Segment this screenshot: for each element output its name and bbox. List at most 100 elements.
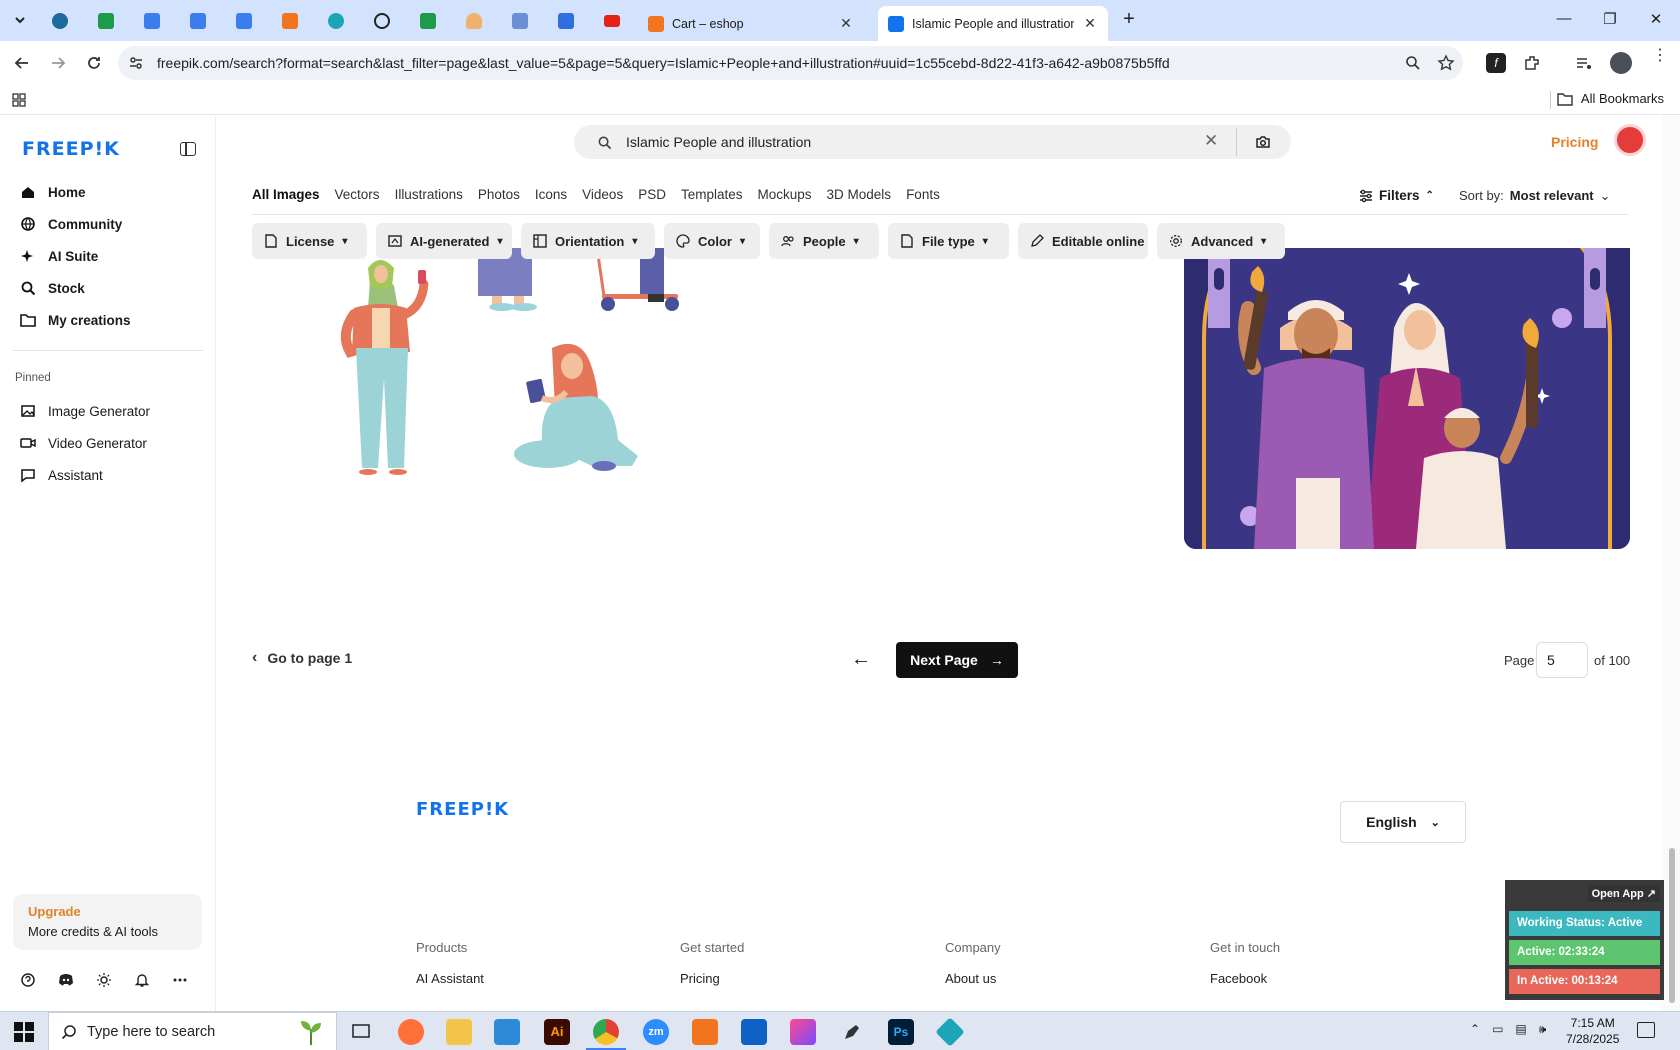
pinned-tab-docs-2[interactable] bbox=[180, 6, 216, 35]
battery-icon[interactable]: ▭ bbox=[1492, 1022, 1503, 1037]
sidebar-item-my-creations[interactable]: My creations bbox=[20, 308, 131, 332]
tab-photos[interactable]: Photos bbox=[478, 187, 520, 202]
footer-link[interactable]: Pricing bbox=[680, 971, 744, 986]
filters-toggle[interactable]: Filters ⌃ bbox=[1359, 188, 1434, 203]
scrollbar-thumb[interactable] bbox=[1669, 848, 1675, 1003]
footer-link[interactable]: AI Assistant bbox=[416, 971, 484, 986]
theme-sun-icon[interactable] bbox=[96, 972, 112, 988]
sidebar-item-home[interactable]: Home bbox=[20, 180, 86, 204]
freepik-logo[interactable]: FREEP!K bbox=[22, 138, 120, 160]
tab-vectors[interactable]: Vectors bbox=[335, 187, 380, 202]
reload-icon[interactable] bbox=[84, 53, 104, 73]
volume-icon[interactable]: 🕪 bbox=[1539, 1022, 1547, 1037]
font-extension-icon[interactable]: f bbox=[1486, 53, 1506, 73]
pinned-tab-forms[interactable] bbox=[548, 6, 584, 35]
firefox-icon[interactable] bbox=[398, 1019, 424, 1045]
tab-cart-eshop[interactable]: Cart – eshop ✕ bbox=[638, 6, 864, 41]
close-window-icon[interactable]: ✕ bbox=[1646, 10, 1666, 30]
next-page-button[interactable]: Next Page → bbox=[896, 642, 1018, 678]
user-avatar[interactable] bbox=[1614, 124, 1646, 156]
notification-center-icon[interactable] bbox=[1637, 1022, 1655, 1038]
illustrator-icon[interactable]: Ai bbox=[544, 1019, 570, 1045]
browser-menu-icon[interactable]: ⋮ bbox=[1652, 48, 1668, 64]
filter-chip-advanced[interactable]: Advanced ▾ bbox=[1157, 223, 1285, 259]
pinned-tab-sheets[interactable] bbox=[88, 6, 124, 35]
clear-search-icon[interactable]: ✕ bbox=[1204, 131, 1218, 151]
go-to-first-page-link[interactable]: ‹ Go to page 1 bbox=[252, 649, 352, 667]
filter-chip-editable-online[interactable]: Editable online bbox=[1018, 223, 1148, 259]
media-controls-icon[interactable] bbox=[1574, 53, 1594, 73]
pinned-tab-docs-3[interactable] bbox=[226, 6, 262, 35]
tab-search-icon[interactable] bbox=[8, 8, 32, 32]
chrome-icon[interactable] bbox=[593, 1019, 619, 1045]
bookmark-star-icon[interactable] bbox=[1436, 53, 1456, 73]
minimize-icon[interactable]: — bbox=[1554, 10, 1574, 30]
filter-chip-orientation[interactable]: Orientation ▾ bbox=[521, 223, 655, 259]
collapse-sidebar-icon[interactable] bbox=[180, 142, 196, 156]
page-number-input[interactable]: 5 bbox=[1536, 642, 1588, 678]
pinned-tab-docs-1[interactable] bbox=[134, 6, 170, 35]
open-app-button[interactable]: Open App ↗ bbox=[1587, 885, 1660, 902]
previous-page-button[interactable]: ← bbox=[844, 642, 878, 676]
outlook-icon[interactable] bbox=[741, 1019, 767, 1045]
footer-logo[interactable]: FREEP!K bbox=[416, 799, 509, 820]
extensions-icon[interactable] bbox=[1522, 53, 1542, 73]
sidebar-item-image-generator[interactable]: Image Generator bbox=[20, 399, 150, 423]
tab-active-freepik[interactable]: Islamic People and illustration ✕ bbox=[878, 6, 1108, 41]
tab-all-images[interactable]: All Images bbox=[252, 187, 320, 202]
task-view-icon[interactable] bbox=[348, 1019, 374, 1045]
app-icon[interactable] bbox=[935, 1017, 965, 1047]
tab-videos[interactable]: Videos bbox=[582, 187, 623, 202]
tab-3d-models[interactable]: 3D Models bbox=[827, 187, 892, 202]
new-tab-button[interactable]: + bbox=[1118, 9, 1140, 31]
filter-chip-ai-generated[interactable]: AI-generated ▾ bbox=[376, 223, 512, 259]
photoshop-icon[interactable]: Ps bbox=[888, 1019, 914, 1045]
all-bookmarks-button[interactable]: All Bookmarks bbox=[1557, 91, 1664, 106]
language-selector[interactable]: English ⌄ bbox=[1340, 801, 1466, 843]
help-icon[interactable] bbox=[20, 972, 36, 988]
vscode-icon[interactable] bbox=[494, 1019, 520, 1045]
file-explorer-icon[interactable] bbox=[446, 1019, 472, 1045]
zoom-icon[interactable] bbox=[1404, 54, 1422, 72]
zoom-app-icon[interactable]: zm bbox=[643, 1019, 669, 1045]
profile-avatar-icon[interactable] bbox=[1610, 52, 1632, 74]
creative-cloud-icon[interactable] bbox=[790, 1019, 816, 1045]
camera-search-icon[interactable] bbox=[1254, 133, 1272, 151]
tab-psd[interactable]: PSD bbox=[638, 187, 666, 202]
pinned-tab-xampp[interactable] bbox=[272, 6, 308, 35]
tab-fonts[interactable]: Fonts bbox=[906, 187, 940, 202]
xampp-icon[interactable] bbox=[692, 1019, 718, 1045]
tab-icons[interactable]: Icons bbox=[535, 187, 567, 202]
pinned-tab-youtube[interactable] bbox=[594, 6, 630, 35]
upgrade-card[interactable]: Upgrade More credits & AI tools bbox=[13, 894, 202, 950]
sidebar-item-stock[interactable]: Stock bbox=[20, 276, 85, 300]
taskbar-clock[interactable]: 7:15 AM 7/28/2025 bbox=[1566, 1015, 1619, 1047]
sidebar-item-community[interactable]: Community bbox=[20, 212, 122, 236]
back-icon[interactable] bbox=[12, 53, 32, 73]
restore-icon[interactable]: ❐ bbox=[1600, 10, 1620, 30]
pricing-link[interactable]: Pricing bbox=[1551, 134, 1598, 150]
close-tab-icon[interactable]: ✕ bbox=[838, 15, 854, 32]
sort-dropdown[interactable]: Sort by: Most relevant ⌄ bbox=[1459, 188, 1611, 204]
tab-mockups[interactable]: Mockups bbox=[758, 187, 812, 202]
pinned-tab-chatgpt[interactable] bbox=[364, 6, 400, 35]
illustration-ramadan-family[interactable] bbox=[1184, 248, 1630, 549]
pinned-tab-grid[interactable] bbox=[502, 6, 538, 35]
apps-grid-icon[interactable] bbox=[12, 93, 26, 107]
site-settings-icon[interactable] bbox=[128, 55, 144, 71]
sidebar-item-assistant[interactable]: Assistant bbox=[20, 463, 103, 487]
close-tab-icon[interactable]: ✕ bbox=[1082, 15, 1098, 32]
footer-link[interactable]: About us bbox=[945, 971, 1001, 986]
windows-start-icon[interactable] bbox=[14, 1022, 34, 1042]
tab-templates[interactable]: Templates bbox=[681, 187, 743, 202]
pinned-tab-wordpress[interactable] bbox=[42, 6, 78, 35]
forward-icon[interactable] bbox=[48, 53, 68, 73]
pen-tool-icon[interactable] bbox=[839, 1019, 865, 1045]
footer-link[interactable]: Facebook bbox=[1210, 971, 1280, 986]
network-icon[interactable]: ▤ bbox=[1515, 1022, 1526, 1037]
discord-icon[interactable] bbox=[58, 972, 74, 988]
notifications-bell-icon[interactable] bbox=[134, 972, 150, 988]
taskbar-search-box[interactable]: Type here to search bbox=[48, 1012, 337, 1050]
filter-chip-color[interactable]: Color ▾ bbox=[664, 223, 760, 259]
pinned-tab-hand[interactable] bbox=[456, 6, 492, 35]
